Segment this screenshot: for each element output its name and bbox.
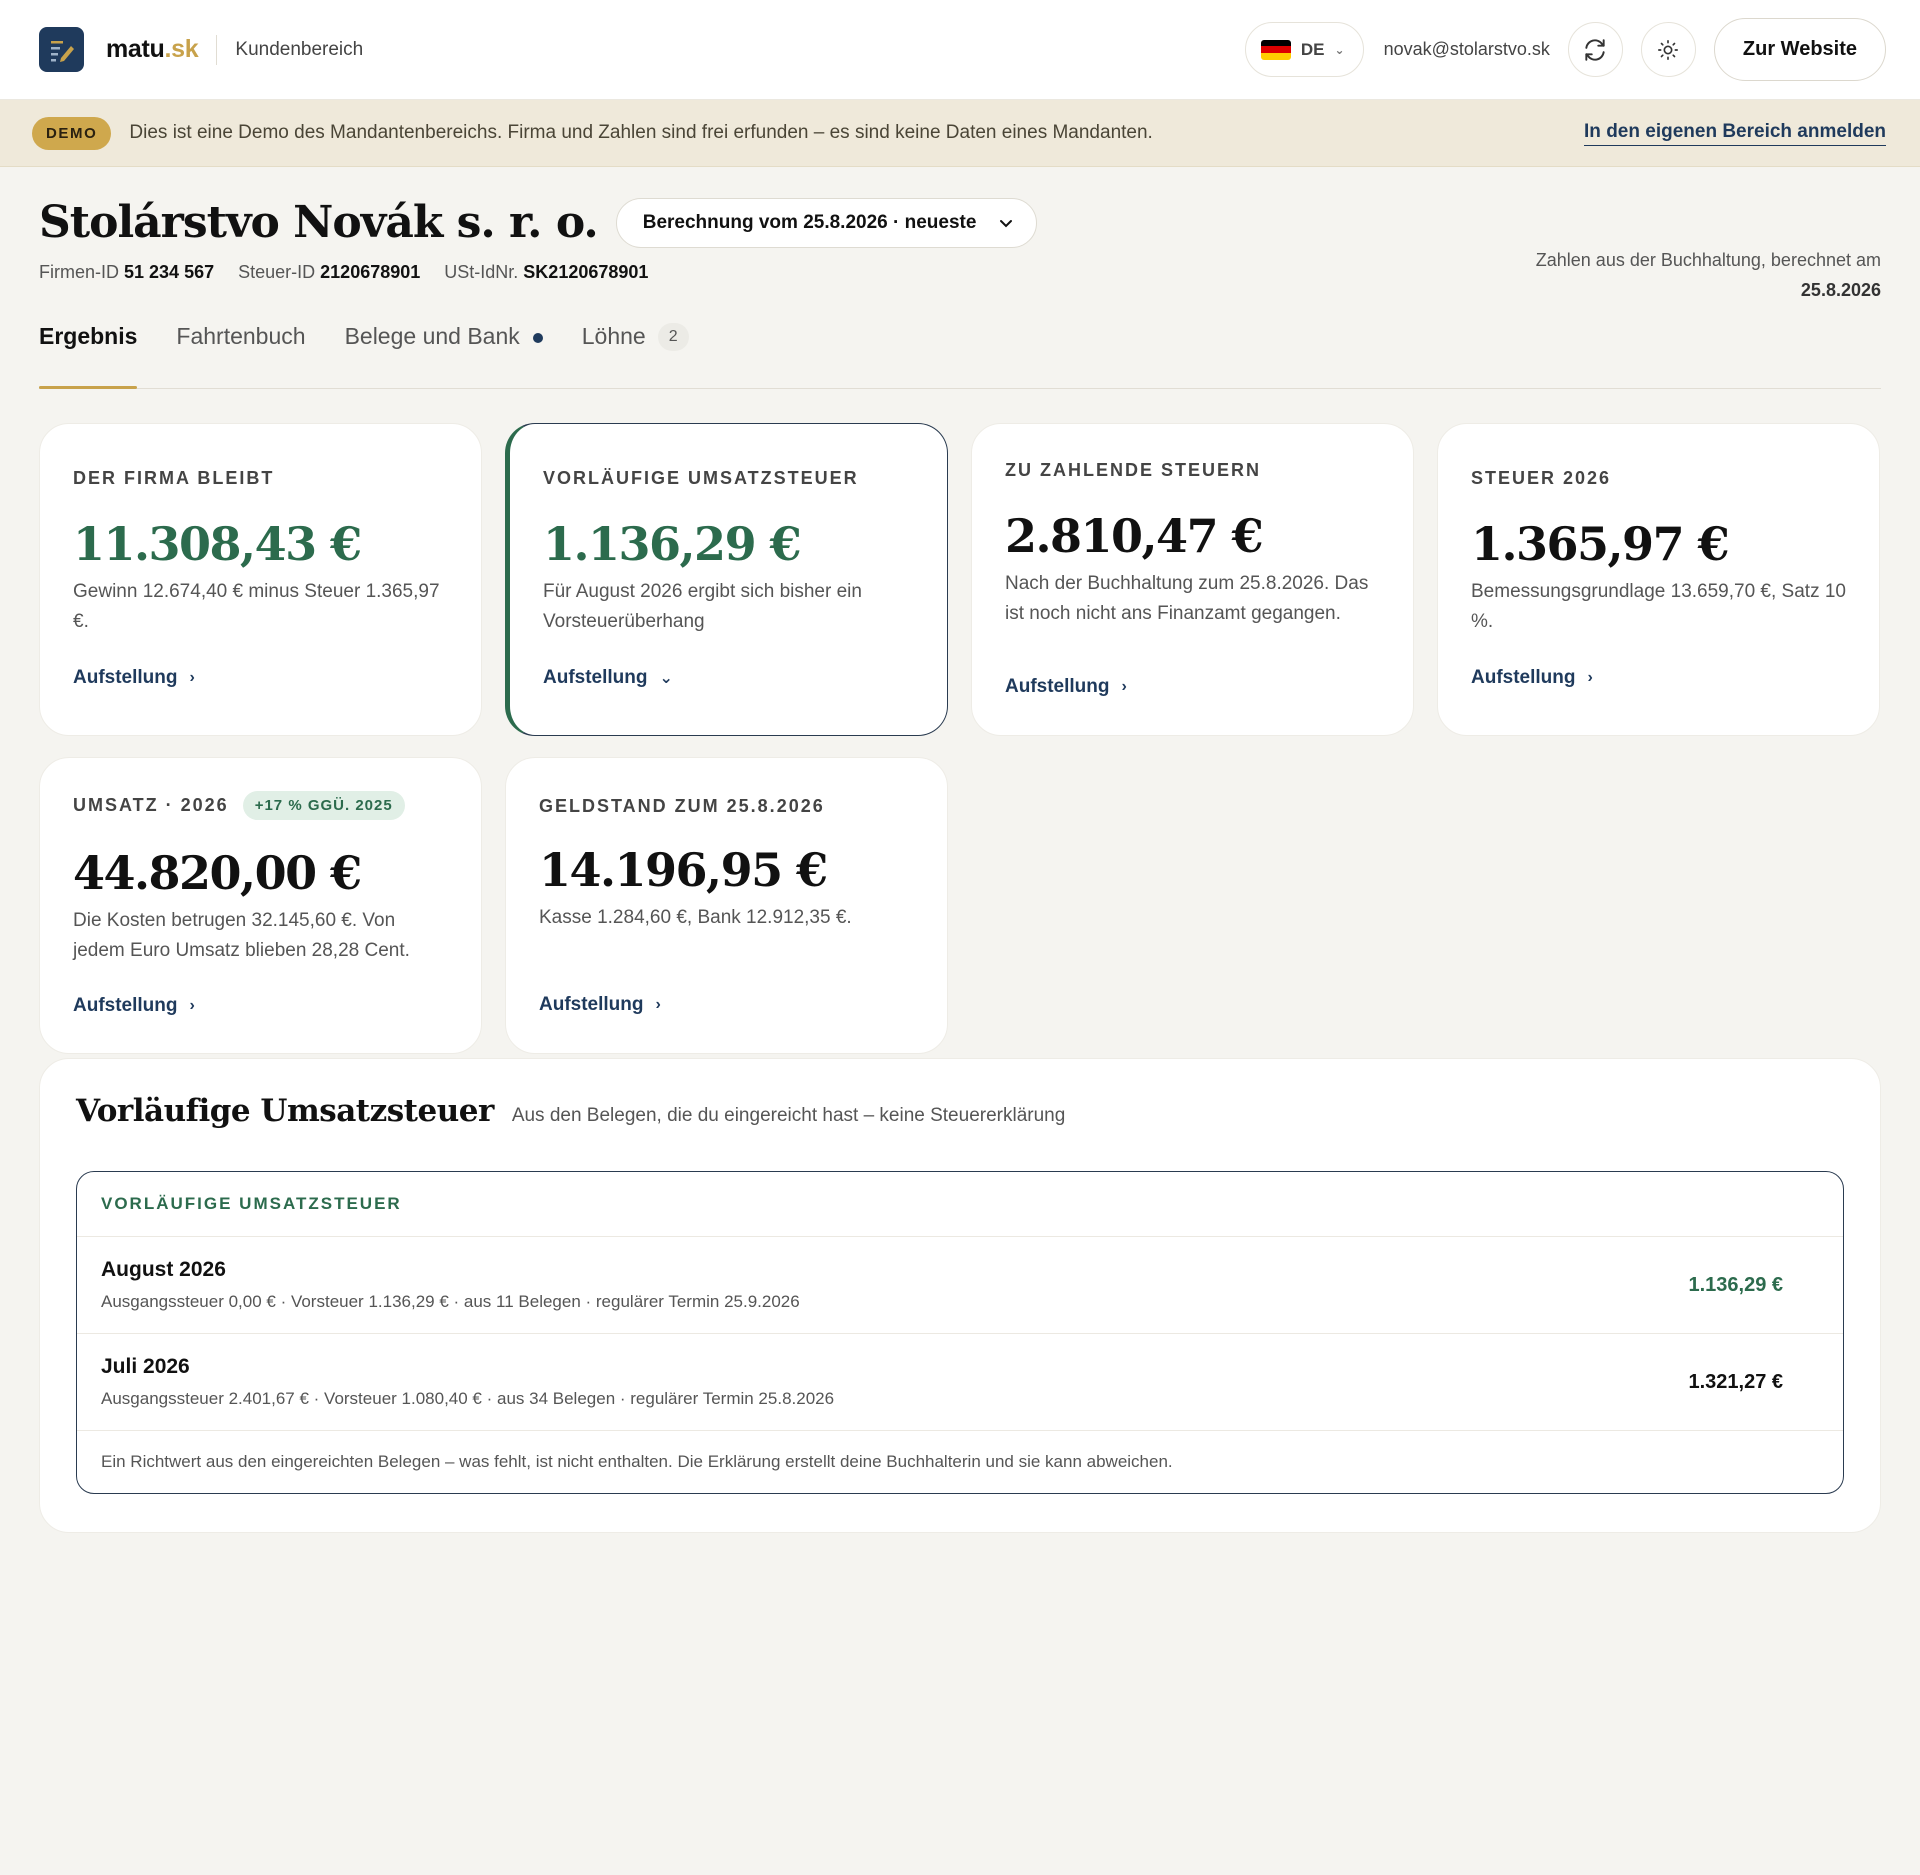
- section-subtitle: Aus den Belegen, die du eingereicht hast…: [511, 1105, 1066, 1126]
- vat-note: Ein Richtwert aus den eingereichten Bele…: [101, 1452, 1173, 1471]
- computed-date: 25.8.2026: [1800, 280, 1881, 300]
- card-value: 1.365,97 €: [1471, 517, 1730, 571]
- vat-section: Vorläufige Umsatzsteuer Aus den Belegen,…: [39, 1058, 1881, 1533]
- card-details-link[interactable]: Aufstellung ›: [73, 995, 195, 1017]
- demo-text: Dies ist eine Demo des Mandantenbereichs…: [129, 122, 1153, 143]
- tab-count-badge: 2: [657, 323, 689, 351]
- card-description: Kasse 1.284,60 €, Bank 12.912,35 €.: [539, 907, 852, 928]
- card-description: Die Kosten betrugen 32.145,60 €. Von jed…: [73, 910, 410, 961]
- card-cash: GELDSTAND ZUM 25.8.2026 14.196,95 € Kass…: [505, 757, 948, 1054]
- tax-id: Steuer-ID 2120678901: [238, 262, 421, 282]
- tab-fahrtenbuch[interactable]: Fahrtenbuch: [176, 319, 305, 388]
- login-link[interactable]: In den eigenen Bereich anmelden: [1584, 121, 1886, 146]
- chevron-down-icon: ⌄: [659, 670, 673, 687]
- brand-divider: [216, 34, 218, 65]
- calculation-select-value: Berechnung vom 25.8.2026 · neueste: [642, 211, 977, 233]
- company-name: Stolárstvo Novák s. r. o.: [39, 197, 599, 248]
- area-subtitle: Kundenbereich: [235, 38, 364, 60]
- top-bar: matu.sk Kundenbereich DE ⌄ novak@stolars…: [0, 0, 1920, 100]
- chevron-right-icon: ›: [655, 996, 661, 1013]
- card-description: Gewinn 12.674,40 € minus Steuer 1.365,97…: [73, 581, 440, 632]
- computed-info: Zahlen aus der Buchhaltung, berechnet am…: [1535, 250, 1881, 300]
- growth-badge: +17 % GGÜ. 2025: [242, 791, 405, 820]
- calculation-select[interactable]: Berechnung vom 25.8.2026 · neueste: [615, 197, 1038, 248]
- chevron-right-icon: ›: [1587, 669, 1593, 686]
- chevron-down-icon: [1000, 219, 1013, 227]
- card-description: Bemessungsgrundlage 13.659,70 €, Satz 10…: [1471, 581, 1846, 632]
- vat-table-title: VORLÄUFIGE UMSATZSTEUER: [77, 1172, 1843, 1237]
- german-flag-icon: [1260, 39, 1291, 60]
- card-value: 44.820,00 €: [73, 846, 362, 900]
- language-code: DE: [1300, 39, 1325, 59]
- vat-table: VORLÄUFIGE UMSATZSTEUER August 2026 Ausg…: [76, 1171, 1844, 1494]
- vat-row[interactable]: Juli 2026 Ausgangssteuer 2.401,67 € · Vo…: [77, 1334, 1843, 1431]
- tab-belege-und-bank[interactable]: Belege und Bank: [345, 319, 543, 388]
- vat-month: Juli 2026: [101, 1355, 190, 1378]
- vat-amount: 1.136,29 €: [1688, 1273, 1783, 1296]
- user-email: novak@stolarstvo.sk: [1383, 39, 1550, 59]
- sun-icon: [1658, 39, 1679, 60]
- card-taxes-due: ZU ZAHLENDE STEUERN 2.810,47 € Nach der …: [971, 423, 1414, 736]
- firm-id: Firmen-ID 51 234 567: [39, 262, 215, 282]
- card-label: UMSATZ · 2026 +17 % GGÜ. 2025: [73, 791, 448, 820]
- card-label: DER FIRMA BLEIBT: [73, 468, 275, 488]
- card-details-link[interactable]: Aufstellung ›: [1005, 676, 1127, 698]
- chevron-right-icon: ›: [189, 669, 195, 686]
- logo-icon[interactable]: [39, 27, 84, 72]
- card-label: ZU ZAHLENDE STEUERN: [1005, 460, 1262, 480]
- vat-month: August 2026: [101, 1258, 226, 1281]
- unread-dot: [532, 333, 543, 343]
- brand-name[interactable]: matu.sk: [106, 35, 199, 64]
- vat-detail: Ausgangssteuer 0,00 € · Vorsteuer 1.136,…: [101, 1292, 800, 1311]
- card-revenue: UMSATZ · 2026 +17 % GGÜ. 2025 44.820,00 €…: [39, 757, 482, 1054]
- vat-amount: 1.321,27 €: [1688, 1370, 1783, 1393]
- tab-ergebnis[interactable]: Ergebnis: [39, 319, 138, 389]
- chevron-right-icon: ›: [189, 997, 195, 1014]
- card-tax-2026: STEUER 2026 1.365,97 € Bemessungsgrundla…: [1437, 423, 1880, 736]
- vat-detail: Ausgangssteuer 2.401,67 € · Vorsteuer 1.…: [101, 1389, 835, 1408]
- website-button[interactable]: Zur Website: [1713, 18, 1886, 81]
- demo-banner: DEMO Dies ist eine Demo des Mandantenber…: [0, 100, 1920, 167]
- theme-toggle-button[interactable]: [1640, 22, 1696, 77]
- card-remaining: DER FIRMA BLEIBT 11.308,43 € Gewinn 12.6…: [39, 423, 482, 736]
- company-header: Stolárstvo Novák s. r. o. Berechnung vom…: [0, 167, 1920, 300]
- card-details-link[interactable]: Aufstellung ⌄: [543, 667, 673, 689]
- chevron-right-icon: ›: [1121, 678, 1127, 695]
- card-vat: VORLÄUFIGE UMSATZSTEUER 1.136,29 € Für A…: [505, 423, 948, 736]
- card-value: 1.136,29 €: [543, 517, 802, 571]
- section-title: Vorläufige Umsatzsteuer: [76, 1093, 494, 1129]
- language-select[interactable]: DE ⌄: [1244, 22, 1364, 77]
- refresh-button[interactable]: [1567, 22, 1623, 77]
- vat-id: USt-IdNr. SK2120678901: [444, 262, 649, 282]
- card-details-link[interactable]: Aufstellung ›: [539, 994, 661, 1016]
- card-value: 2.810,47 €: [1005, 509, 1264, 563]
- card-value: 14.196,95 €: [539, 843, 828, 897]
- card-label: VORLÄUFIGE UMSATZSTEUER: [543, 468, 859, 488]
- tab-loehne[interactable]: Löhne 2: [582, 319, 689, 388]
- card-label: STEUER 2026: [1471, 468, 1612, 488]
- vat-row[interactable]: August 2026 Ausgangssteuer 0,00 € · Vors…: [77, 1237, 1843, 1334]
- tab-bar: Ergebnis Fahrtenbuch Belege und Bank Löh…: [39, 319, 1881, 389]
- refresh-icon: [1585, 38, 1606, 61]
- card-label: GELDSTAND ZUM 25.8.2026: [539, 796, 825, 816]
- demo-badge: DEMO: [32, 116, 112, 150]
- card-details-link[interactable]: Aufstellung ›: [1471, 667, 1593, 689]
- card-value: 11.308,43 €: [73, 517, 362, 571]
- card-description: Für August 2026 ergibt sich bisher ein V…: [543, 581, 862, 632]
- card-details-link[interactable]: Aufstellung ›: [73, 667, 195, 689]
- summary-cards: DER FIRMA BLEIBT 11.308,43 € Gewinn 12.6…: [39, 423, 1881, 1058]
- card-description: Nach der Buchhaltung zum 25.8.2026. Das …: [1005, 573, 1369, 624]
- chevron-down-icon: ⌄: [1334, 42, 1345, 57]
